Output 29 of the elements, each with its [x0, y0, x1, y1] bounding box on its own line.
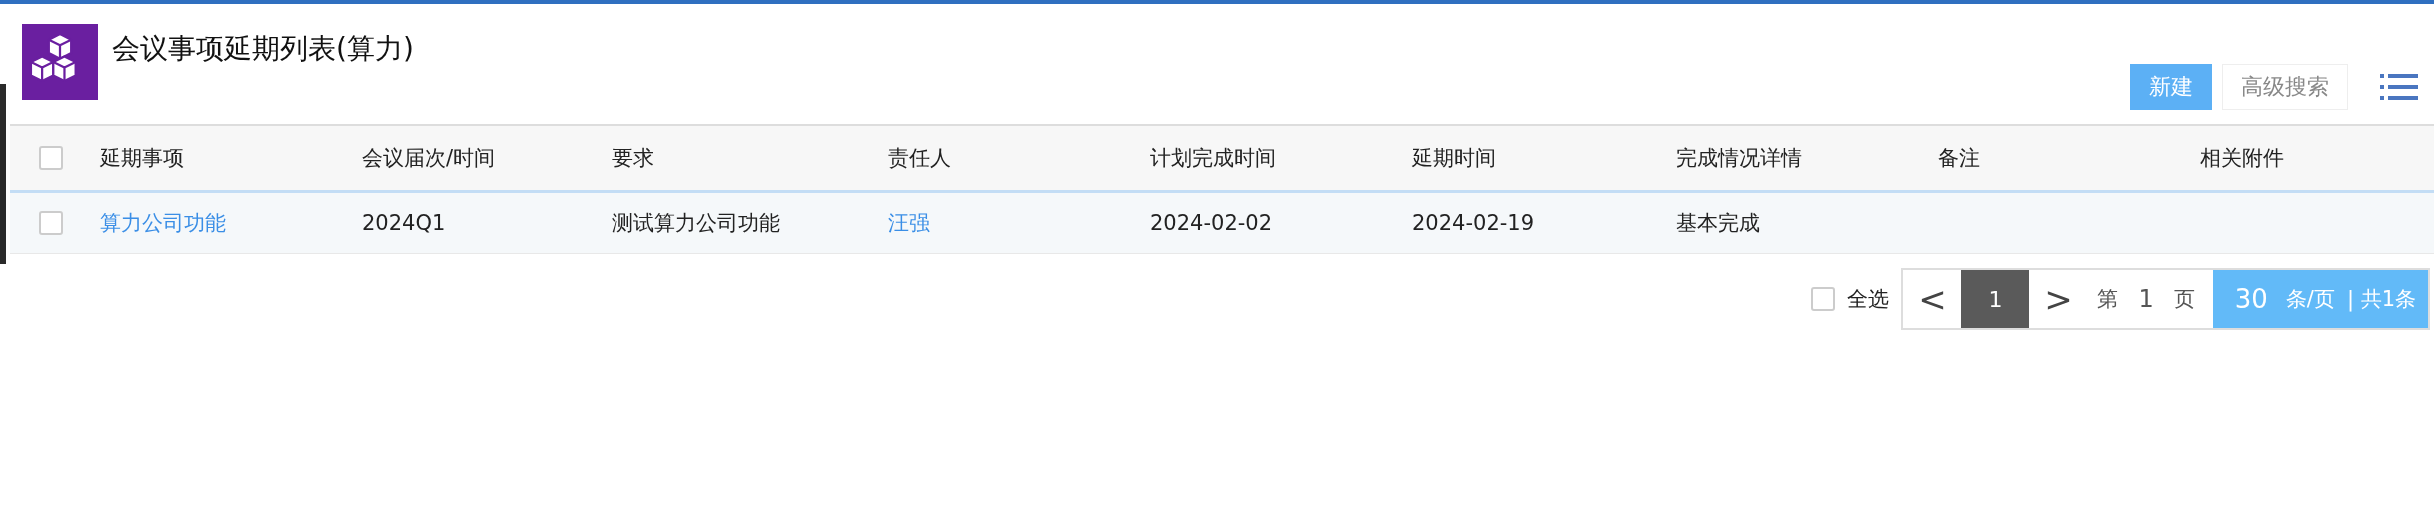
page-label: 页 [2172, 286, 2196, 313]
table-row[interactable]: 算力公司功能 2024Q1 测试算力公司功能 汪强 2024-02-02 2024-02-19 基本完成 [10, 193, 2434, 254]
column-header[interactable]: 要求 [612, 146, 654, 170]
column-header[interactable]: 延期时间 [1412, 146, 1496, 170]
page-number: 1 [2137, 284, 2155, 315]
table-cell: 测试算力公司功能 [612, 211, 780, 235]
column-header[interactable]: 计划完成时间 [1150, 146, 1276, 170]
table-cell: 2024-02-02 [1150, 211, 1273, 235]
table-cell: 2024-02-19 [1412, 211, 1535, 235]
column-header[interactable]: 完成情况详情 [1676, 146, 1802, 170]
column-header[interactable]: 备注 [1938, 146, 1980, 170]
list-icon[interactable] [2380, 72, 2418, 102]
checkbox[interactable] [39, 211, 63, 235]
table-cell: 基本完成 [1676, 211, 1760, 235]
column-header[interactable]: 会议届次/时间 [362, 146, 496, 170]
checkbox[interactable] [1811, 287, 1836, 311]
select-all-label[interactable]: 全选 [1847, 285, 1890, 313]
page-button[interactable]: 1 [1961, 270, 2030, 328]
column-header[interactable]: 责任人 [888, 146, 951, 170]
advanced-search-button[interactable]: 高级搜索 [2222, 64, 2348, 110]
total-count: | 共1条 [2346, 286, 2416, 313]
checkbox[interactable] [39, 146, 63, 170]
column-header[interactable]: 相关附件 [2200, 146, 2284, 170]
page-size-unit: 条/页 [2285, 286, 2335, 313]
cubes-icon [22, 24, 98, 100]
table-cell: 2024Q1 [362, 211, 446, 235]
page-label: 第 [2096, 286, 2120, 313]
column-header[interactable]: 延期事项 [100, 146, 184, 170]
page-title: 会议事项延期列表(算力) [112, 31, 414, 67]
